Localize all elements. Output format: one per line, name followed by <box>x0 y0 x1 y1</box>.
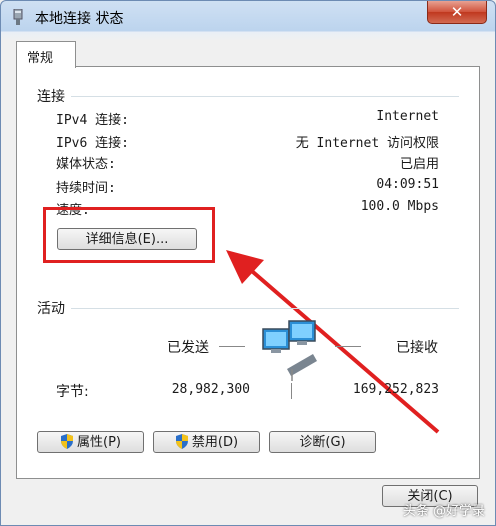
ipv4-value: Internet <box>376 109 439 124</box>
ipv6-label: IPv6 连接: <box>56 136 129 151</box>
media-state-label: 媒体状态: <box>56 157 116 172</box>
ipv6-value: 无 Internet 访问权限 <box>295 136 439 151</box>
network-activity-icon <box>262 320 317 381</box>
received-connector-line <box>335 346 361 347</box>
annotation-highlight-box <box>43 207 215 263</box>
close-icon: ✕ <box>450 3 464 21</box>
window-title: 本地连接 状态 <box>35 11 124 27</box>
close-window-button[interactable]: ✕ <box>427 1 487 24</box>
diagnose-button[interactable]: 诊断(G) <box>269 431 376 453</box>
activity-group-heading: 活动 <box>37 301 65 317</box>
duration-value: 04:09:51 <box>376 177 439 192</box>
tab-general-label: 常规 <box>27 51 54 66</box>
ipv4-label: IPv4 连接: <box>56 113 129 128</box>
title-bar: 本地连接 状态 ✕ <box>1 1 495 31</box>
sent-label: 已发送 <box>167 340 209 356</box>
connection-group-divider <box>71 96 459 97</box>
properties-button[interactable]: 属性(P) <box>37 431 144 453</box>
received-label: 已接收 <box>396 340 438 356</box>
disable-button-label: 禁用(D) <box>191 435 239 450</box>
connection-group-heading: 连接 <box>37 89 65 105</box>
properties-button-label: 属性(P) <box>77 435 121 450</box>
disable-button[interactable]: 禁用(D) <box>153 431 260 453</box>
activity-group-divider <box>71 308 459 309</box>
speed-value: 100.0 Mbps <box>360 199 439 214</box>
duration-label: 持续时间: <box>56 181 116 196</box>
activity-divider-line <box>291 383 292 399</box>
bytes-sent-value: 28,982,300 <box>171 382 250 397</box>
sent-connector-line <box>219 346 245 347</box>
watermark-text: 头条 @好学录 <box>402 504 485 519</box>
bytes-received-value: 169,252,823 <box>352 382 439 397</box>
shield-icon <box>61 434 73 449</box>
tab-general[interactable]: 常规 <box>16 41 76 68</box>
shield-icon <box>175 434 188 449</box>
media-state-value: 已启用 <box>399 157 439 172</box>
status-window: 本地连接 状态 ✕ 常规 连接 IPv4 连接: Internet IPv6 连… <box>0 0 496 526</box>
network-adapter-icon <box>13 9 23 25</box>
bytes-label: 字节: <box>56 384 89 400</box>
